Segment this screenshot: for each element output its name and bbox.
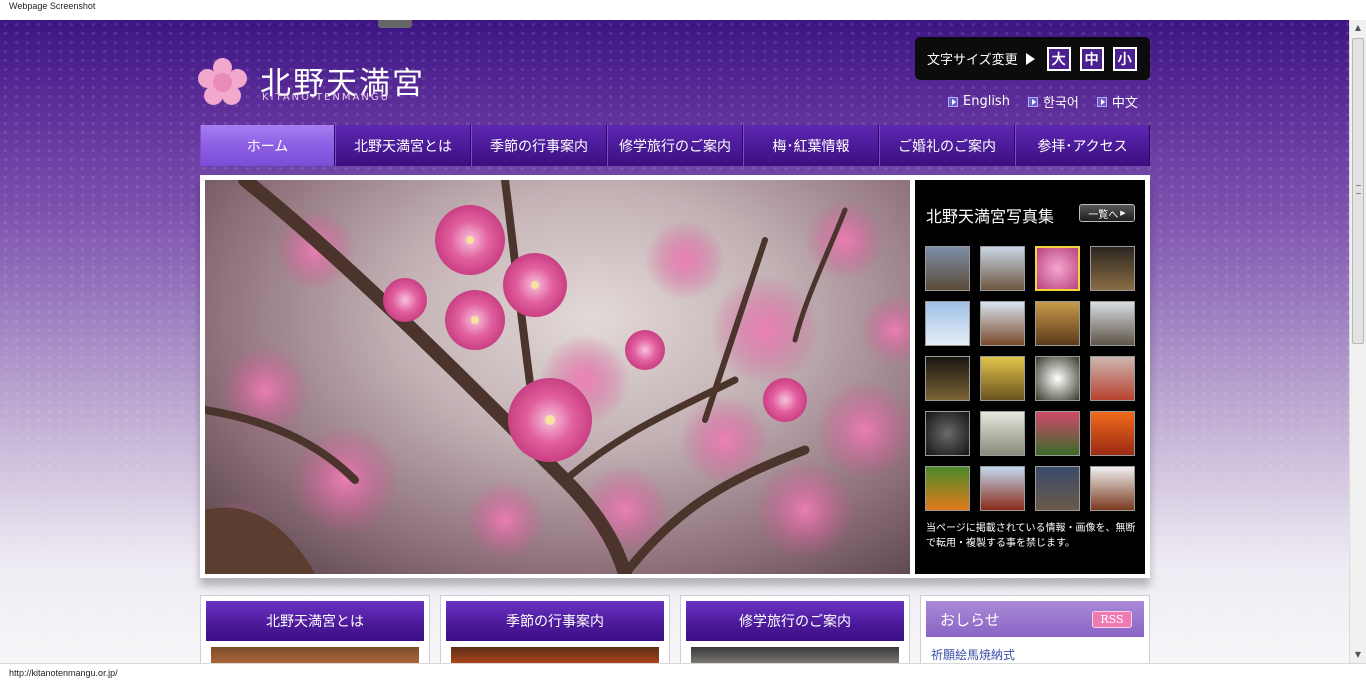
card-about[interactable]: 北野天満宮とは bbox=[200, 595, 430, 663]
arrow-bullet-icon bbox=[1027, 96, 1038, 107]
grip-icon bbox=[1356, 185, 1361, 194]
lang-label: English bbox=[963, 94, 1010, 109]
news-header: おしらせ RSS bbox=[926, 601, 1144, 637]
gallery-thumbnail[interactable] bbox=[1035, 301, 1080, 346]
nav-events[interactable]: 季節の行事案内 bbox=[471, 125, 607, 166]
gallery-thumbnail[interactable] bbox=[1090, 466, 1135, 511]
news-title: おしらせ bbox=[940, 610, 1000, 629]
card-image bbox=[451, 647, 659, 663]
gallery-thumbnail[interactable] bbox=[1090, 411, 1135, 456]
plum-blossom-photo bbox=[205, 180, 910, 574]
rss-button[interactable]: RSS bbox=[1092, 611, 1132, 628]
gallery-thumbnail[interactable] bbox=[1090, 246, 1135, 291]
nav-weddings[interactable]: ご婚礼のご案内 bbox=[879, 125, 1015, 166]
window-title: Webpage Screenshot bbox=[0, 0, 1366, 20]
status-url: http://kitanotenmangu.or.jp/ bbox=[0, 663, 1366, 683]
text-size-large-button[interactable]: 大 bbox=[1046, 46, 1071, 71]
gallery-thumbnail[interactable] bbox=[925, 356, 970, 401]
gallery-thumbnail[interactable] bbox=[1090, 356, 1135, 401]
text-size-switcher: 文字サイズ変更 大 中 小 bbox=[915, 37, 1150, 80]
card-image bbox=[211, 647, 419, 663]
gallery-thumbnail[interactable] bbox=[925, 466, 970, 511]
gallery-thumbnail[interactable] bbox=[980, 411, 1025, 456]
lang-link-english[interactable]: English bbox=[948, 92, 1010, 111]
gallery-thumbnail[interactable] bbox=[1035, 411, 1080, 456]
vertical-scrollbar[interactable]: ▲ ▼ bbox=[1349, 20, 1366, 663]
play-arrow-icon bbox=[1025, 52, 1035, 65]
lang-label: 中文 bbox=[1111, 96, 1138, 111]
card-title[interactable]: 北野天満宮とは bbox=[206, 601, 424, 641]
nav-access[interactable]: 参拝･アクセス bbox=[1015, 125, 1150, 166]
hero-panel: 北野天満宮写真集 一覧へ ▶ 当ページに掲載されている情報・画像を、無断で転用・… bbox=[200, 175, 1150, 578]
gallery-thumbnail[interactable] bbox=[980, 246, 1025, 291]
gallery-thumbnail[interactable] bbox=[1090, 301, 1135, 346]
gallery-thumbnail[interactable] bbox=[980, 301, 1025, 346]
lang-label: 한국어 bbox=[1042, 96, 1079, 111]
news-item-link[interactable]: 祈願絵馬焼納式 bbox=[931, 646, 1015, 663]
gallery-thumbnail[interactable] bbox=[1035, 356, 1080, 401]
triangle-right-icon: ▶ bbox=[1120, 209, 1126, 217]
text-size-medium-button[interactable]: 中 bbox=[1079, 46, 1104, 71]
nav-home[interactable]: ホーム bbox=[200, 125, 335, 166]
page-viewport: 北野天満宮 KITANO-TENMANGU 文字サイズ変更 大 中 小 Engl… bbox=[0, 20, 1349, 663]
card-school-trips[interactable]: 修学旅行のご案内 bbox=[680, 595, 910, 663]
arrow-bullet-icon bbox=[1096, 96, 1107, 107]
lang-link-chinese[interactable]: 中文 bbox=[1096, 92, 1138, 111]
gallery-thumbnail[interactable] bbox=[1035, 466, 1080, 511]
main-nav: ホーム 北野天満宮とは 季節の行事案内 修学旅行のご案内 梅･紅葉情報 ご婚礼の… bbox=[200, 125, 1150, 166]
copyright-note: 当ページに掲載されている情報・画像を、無断で転用・複製する事を禁じます。 bbox=[926, 523, 1136, 549]
gallery-thumbnail[interactable] bbox=[980, 466, 1025, 511]
text-size-small-button[interactable]: 小 bbox=[1112, 46, 1137, 71]
nav-about[interactable]: 北野天満宮とは bbox=[335, 125, 471, 166]
gallery-more-label: 一覧へ bbox=[1088, 209, 1119, 221]
nav-plum-foliage[interactable]: 梅･紅葉情報 bbox=[743, 125, 879, 166]
language-links: English 한국어 中文 bbox=[948, 92, 1138, 111]
plum-blossom-icon bbox=[198, 58, 248, 108]
nav-school-trips[interactable]: 修学旅行のご案内 bbox=[607, 125, 743, 166]
gallery-list-button[interactable]: 一覧へ ▶ bbox=[1079, 204, 1135, 222]
gallery-thumbnail[interactable] bbox=[1035, 246, 1080, 291]
card-title[interactable]: 季節の行事案内 bbox=[446, 601, 664, 641]
card-image bbox=[691, 647, 899, 663]
site-logo[interactable]: 北野天満宮 KITANO-TENMANGU bbox=[198, 58, 428, 110]
text-size-label: 文字サイズ変更 bbox=[927, 53, 1018, 68]
photo-gallery: 北野天満宮写真集 一覧へ ▶ 当ページに掲載されている情報・画像を、無断で転用・… bbox=[915, 180, 1145, 574]
tab-handle bbox=[378, 20, 412, 28]
arrow-bullet-icon bbox=[948, 96, 958, 107]
card-events[interactable]: 季節の行事案内 bbox=[440, 595, 670, 663]
gallery-thumbnail[interactable] bbox=[925, 411, 970, 456]
gallery-title: 北野天満宮写真集 bbox=[926, 207, 1055, 226]
lang-link-korean[interactable]: 한국어 bbox=[1027, 92, 1079, 111]
gallery-thumbnail[interactable] bbox=[925, 301, 970, 346]
plum-blossom-illustration bbox=[205, 180, 910, 574]
news-panel: おしらせ RSS 祈願絵馬焼納式 bbox=[920, 595, 1150, 663]
gallery-thumbnail[interactable] bbox=[980, 356, 1025, 401]
scroll-up-icon[interactable]: ▲ bbox=[1350, 20, 1366, 36]
gallery-thumbnails bbox=[925, 246, 1137, 511]
scroll-thumb[interactable] bbox=[1352, 38, 1364, 344]
scroll-down-icon[interactable]: ▼ bbox=[1350, 647, 1366, 663]
card-title[interactable]: 修学旅行のご案内 bbox=[686, 601, 904, 641]
logo-subtitle: KITANO-TENMANGU bbox=[262, 92, 390, 103]
gallery-thumbnail[interactable] bbox=[925, 246, 970, 291]
